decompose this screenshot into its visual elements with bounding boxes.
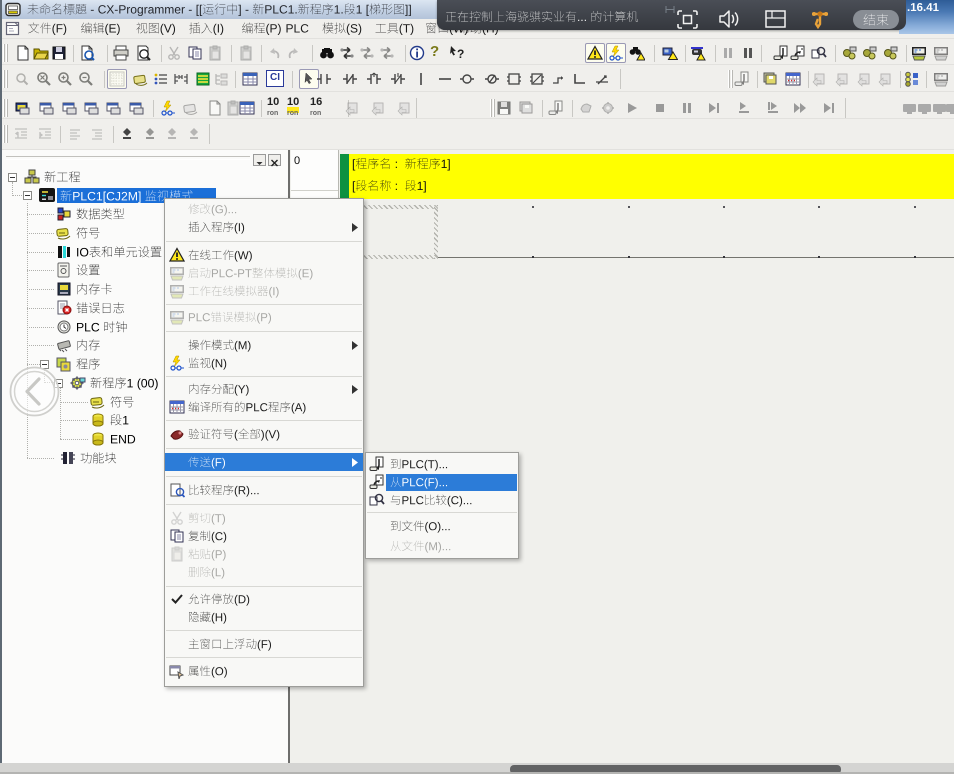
svg-text:?: ? [457, 47, 464, 61]
